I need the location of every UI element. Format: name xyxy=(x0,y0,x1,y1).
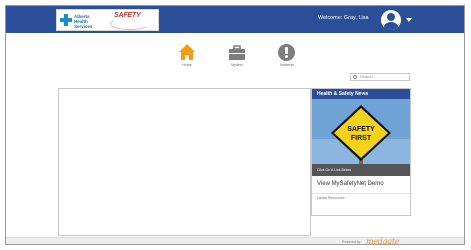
org-name: Alberta Health Services xyxy=(74,14,104,29)
alert-icon xyxy=(278,44,295,61)
nav-myitem-label: MyItem xyxy=(231,63,243,67)
search-input[interactable]: Search... xyxy=(350,73,410,81)
safety-swoosh xyxy=(110,18,150,30)
org-name-line2: Services xyxy=(74,24,93,29)
home-icon xyxy=(179,44,195,60)
welcome-text: Welcome: Gray, Lisa xyxy=(318,15,369,21)
browser-frame: Alberta Health Services SAFETY Welcome: … xyxy=(5,5,465,245)
news-link-demo[interactable]: View MySafetyNet Demo xyxy=(317,181,384,187)
nav-incidents-label: Incidents xyxy=(279,63,294,67)
nav-incidents[interactable]: Incidents xyxy=(272,43,302,69)
toolbox-icon xyxy=(229,45,245,60)
footer: Powered by medgate xyxy=(6,237,464,244)
medgate-logo[interactable]: medgate xyxy=(366,237,399,244)
nav-home[interactable]: Home xyxy=(172,43,202,69)
app-logo[interactable]: Alberta Health Services SAFETY xyxy=(56,9,159,31)
search-icon xyxy=(353,75,357,79)
news-caption: Click On A Link Below xyxy=(312,164,410,176)
chevron-down-icon[interactable] xyxy=(406,18,412,22)
top-bar: Alberta Health Services SAFETY Welcome: … xyxy=(6,6,464,33)
main-content-panel xyxy=(58,88,311,236)
news-sub-link[interactable]: Useful Resources xyxy=(317,196,345,200)
sign-text-line2: FIRST xyxy=(351,135,372,142)
user-avatar-icon[interactable] xyxy=(381,10,401,30)
safety-sign-icon: SAFETY FIRST xyxy=(312,99,410,164)
nav-home-label: Home xyxy=(182,63,192,67)
org-name-line1: Alberta Health xyxy=(74,14,90,24)
safety-logo-text: SAFETY xyxy=(114,12,141,19)
divider xyxy=(312,193,410,194)
news-title: Health & Safety News xyxy=(312,89,410,99)
news-card: Health & Safety News SAFETY FIRST Click … xyxy=(311,88,411,216)
nav-myitem[interactable]: MyItem xyxy=(222,43,252,69)
search-placeholder: Search... xyxy=(360,74,377,79)
safety-first-image: SAFETY FIRST xyxy=(312,99,410,164)
ahs-cross-icon xyxy=(60,14,72,26)
powered-by-text: Powered by xyxy=(342,240,361,244)
sign-text-line1: SAFETY xyxy=(347,126,375,133)
